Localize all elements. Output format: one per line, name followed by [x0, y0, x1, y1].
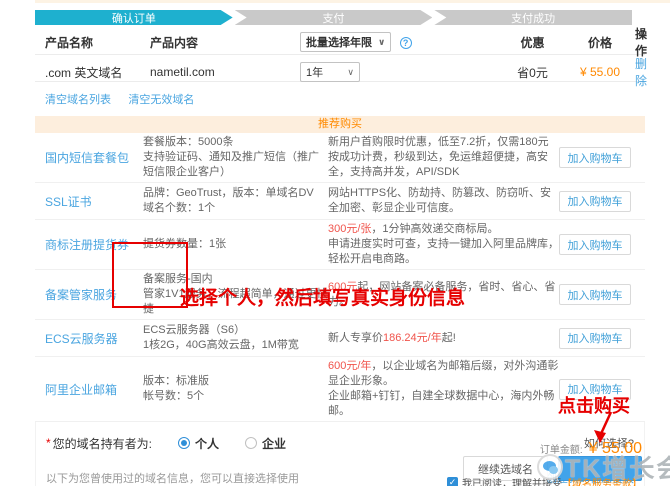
product-link[interactable]: 国内短信套餐包 — [45, 151, 129, 165]
order-total-label: 订单金额: — [540, 441, 583, 456]
clear-domain-list-link[interactable]: 清空域名列表 — [45, 94, 111, 106]
add-to-cart-button[interactable]: 加入购物车 — [559, 328, 631, 349]
step-pay-success: 支付成功 — [434, 10, 632, 25]
agree-checkbox[interactable]: ✓ — [447, 477, 458, 486]
recommend-row-sms: 国内短信套餐包 套餐版本：5000条支持验证码、通知及推广短信（推广短信限企业客… — [35, 133, 645, 183]
year-select[interactable]: 1年∨ — [300, 62, 360, 82]
add-to-cart-button[interactable]: 加入购物车 — [559, 284, 631, 305]
recommend-row-trademark: 商标注册提货券 提货券数量：1张 300元/张，1分钟高效递交商标局。申请进度实… — [35, 220, 645, 270]
recommend-row-ecs: ECS云服务器 ECS云服务器（S6）1核2G，40G高效云盘，1M带宽 新人专… — [35, 320, 645, 357]
order-table-header: 产品名称 产品内容 批量选择年限∨ ? 优惠 价格 操作 — [35, 25, 645, 55]
header-product-name: 产品名称 — [35, 34, 140, 51]
order-confirm-page: 确认订单 支付 支付成功 产品名称 产品内容 批量选择年限∨ ? 优惠 价格 操… — [0, 0, 670, 486]
template-hint: 以下为您曾使用过的域名信息，您可以直接选择使用 — [46, 470, 299, 486]
product-link[interactable]: ECS云服务器 — [45, 332, 118, 346]
recommend-row-beian: 备案管家服务 备案服务-国内管家1V1服务，流程超简单，通过更快捷 600元起，… — [35, 270, 645, 320]
desc-text: 新用户首购限时优惠，低至7.2折，仅需180元 — [328, 136, 549, 148]
add-to-cart-button[interactable]: 加入购物车 — [559, 147, 631, 168]
product-link[interactable]: 阿里企业邮箱 — [45, 383, 117, 397]
domain-type: .com 英文域名 — [35, 64, 140, 81]
step-pay: 支付 — [235, 10, 433, 25]
header-product-content: 产品内容 — [140, 34, 290, 51]
recommend-banner: 推荐购买 — [35, 116, 645, 133]
agree-text: 我已阅读，理解并接受 — [462, 475, 562, 486]
chevron-down-icon: ∨ — [378, 37, 385, 48]
help-icon[interactable]: ? — [400, 37, 412, 49]
top-notice-strip — [35, 0, 670, 3]
header-discount: 优惠 — [500, 34, 565, 51]
step-confirm-order: 确认订单 — [35, 10, 233, 25]
batch-year-select[interactable]: 批量选择年限∨ — [300, 32, 391, 52]
product-link[interactable]: 备案管家服务 — [45, 288, 117, 302]
radio-dot — [245, 437, 257, 449]
domain-discount: 省0元 — [500, 64, 565, 81]
holder-label: 您的域名持有者为: — [53, 435, 152, 452]
delete-link[interactable]: 删除 — [635, 57, 647, 88]
domain-price: ¥ 55.00 — [565, 65, 635, 79]
radio-dot — [178, 437, 190, 449]
recommend-row-mail: 阿里企业邮箱 版本：标准版帐号数：5个 600元/年，以企业域名为邮箱后缀，对外… — [35, 357, 645, 422]
radio-company[interactable]: 企业 — [245, 435, 286, 452]
recommend-row-ssl: SSL证书 品牌：GeoTrust，版本：单域名DV域名个数：1个 网站HTTP… — [35, 183, 645, 220]
required-star: * — [46, 436, 51, 450]
progress-steps: 确认订单 支付 支付成功 — [35, 10, 632, 25]
product-link[interactable]: SSL证书 — [45, 195, 92, 209]
header-price: 价格 — [565, 34, 635, 51]
clear-invalid-domain-link[interactable]: 清空无效域名 — [128, 94, 194, 106]
order-row-domain: .com 英文域名 nametil.com 1年∨ 省0元 ¥ 55.00 删除 — [35, 55, 645, 82]
product-content-line2: 支持验证码、通知及推广短信（推广短信限企业客户） — [143, 150, 328, 180]
header-action: 操作 — [635, 25, 647, 59]
add-to-cart-button[interactable]: 加入购物车 — [559, 379, 631, 400]
domain-name: nametil.com — [140, 65, 290, 79]
chevron-down-icon: ∨ — [347, 67, 354, 78]
domain-terms-link[interactable]: 【域名服务条款】 — [562, 475, 642, 486]
add-to-cart-button[interactable]: 加入购物车 — [559, 191, 631, 212]
radio-personal[interactable]: 个人 — [178, 435, 219, 452]
add-to-cart-button[interactable]: 加入购物车 — [559, 234, 631, 255]
product-link[interactable]: 商标注册提货券 — [45, 238, 129, 252]
product-content-line1: 套餐版本：5000条 — [143, 135, 328, 150]
